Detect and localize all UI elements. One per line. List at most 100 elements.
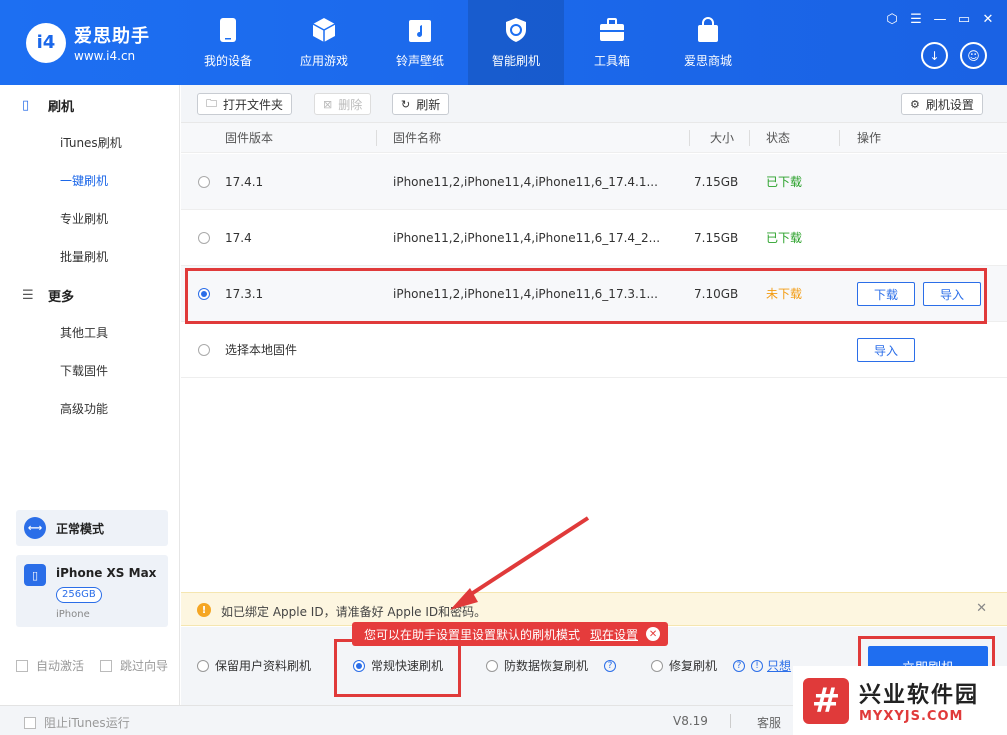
app-name: 爱思助手 <box>74 26 150 47</box>
sidebar-item-other-tools[interactable]: 其他工具 <box>0 314 179 352</box>
sidebar-group-more: ☰ 更多 <box>0 276 179 314</box>
sidebar-item-download-firmware[interactable]: 下载固件 <box>0 352 179 390</box>
watermark-en: MYXYJS.COM <box>859 709 964 724</box>
nav-toolbox[interactable]: 工具箱 <box>564 0 660 85</box>
refresh-button[interactable]: ↻ 刷新 <box>392 93 450 115</box>
refresh-shield-icon <box>503 17 529 43</box>
row-radio[interactable] <box>198 344 210 356</box>
table-row[interactable]: 17.4.1 iPhone11,2,iPhone11,4,iPhone11,6_… <box>181 154 1007 210</box>
option-repair[interactable]: 修复刷机 ? ! 只想 <box>651 657 791 674</box>
flash-settings-button[interactable]: ⚙ 刷机设置 <box>901 93 983 115</box>
firmware-size: 7.15GB <box>694 231 739 245</box>
gear-icon: ⚙ <box>910 97 920 111</box>
row-radio[interactable] <box>198 176 210 188</box>
radio-button[interactable] <box>197 659 209 672</box>
info-icon[interactable]: ! <box>751 659 764 672</box>
help-icon[interactable]: ? <box>733 659 746 672</box>
tooltip-text: 您可以在助手设置里设置默认的刷机模式 <box>364 627 581 642</box>
user-account-icon[interactable]: ☺ <box>960 42 987 69</box>
firmware-status: 已下载 <box>766 175 803 189</box>
nav-ringtones[interactable]: 铃声壁纸 <box>372 0 468 85</box>
set-now-link[interactable]: 现在设置 <box>590 626 638 643</box>
window-controls: ⬡ ☰ — ▭ ✕ <box>885 12 995 27</box>
firmware-status: 未下载 <box>766 287 803 301</box>
delete-button[interactable]: ⊠ 删除 <box>314 93 372 115</box>
nav-my-device[interactable]: 我的设备 <box>180 0 276 85</box>
row-radio[interactable] <box>198 288 210 300</box>
partial-link[interactable]: 只想 <box>767 657 791 674</box>
shopping-bag-icon <box>695 16 721 43</box>
close-tooltip-icon[interactable]: ✕ <box>646 627 661 641</box>
link-icon: ⟷ <box>24 517 46 539</box>
sidebar-group-label: 更多 <box>48 289 75 305</box>
nav-label: 爱思商城 <box>683 53 732 68</box>
firmware-size: 7.10GB <box>694 287 739 301</box>
sidebar-item-one-click-flash[interactable]: 一键刷机 <box>0 162 179 200</box>
col-action: 操作 <box>857 131 882 145</box>
button-label: 删除 <box>338 97 363 112</box>
nav-smart-flash[interactable]: 智能刷机 <box>468 0 564 85</box>
option-quick-flash[interactable]: 常规快速刷机 <box>353 657 443 674</box>
option-anti-recovery[interactable]: 防数据恢复刷机 ? <box>486 657 617 674</box>
cube-icon <box>311 17 337 43</box>
table-row-selected[interactable]: 17.3.1 iPhone11,2,iPhone11,4,iPhone11,6_… <box>181 266 1007 322</box>
close-icon[interactable]: ✕ <box>981 12 995 27</box>
table-header: 固件版本 固件名称 大小 状态 操作 <box>181 123 1007 153</box>
checkbox-box[interactable] <box>24 716 36 729</box>
app-logo: i4 爱思助手 www.i4.cn <box>26 22 150 63</box>
folder-icon: 🗀 <box>206 96 217 110</box>
nav-store[interactable]: 爱思商城 <box>660 0 756 85</box>
checkbox-label: 阻止iTunes运行 <box>44 716 130 730</box>
auto-activate-checkbox[interactable]: 自动激活 <box>16 657 84 674</box>
checkbox-box[interactable] <box>16 659 28 672</box>
checkbox-box[interactable] <box>100 659 112 672</box>
radio-button[interactable] <box>486 659 498 672</box>
menu-icon[interactable]: ☰ <box>909 12 923 27</box>
firmware-status: 已下载 <box>766 231 803 245</box>
button-label: 刷机设置 <box>925 97 974 112</box>
radio-button[interactable] <box>651 659 663 672</box>
col-size: 大小 <box>710 131 735 145</box>
sidebar-item-pro-flash[interactable]: 专业刷机 <box>0 200 179 238</box>
table-row-local[interactable]: 选择本地固件 导入 <box>181 322 1007 378</box>
phone-small-icon: ▯ <box>22 97 30 113</box>
sidebar-item-batch-flash[interactable]: 批量刷机 <box>0 238 179 276</box>
firmware-name: iPhone11,2,iPhone11,4,iPhone11,6_17.3.1.… <box>393 287 658 301</box>
nav-label: 工具箱 <box>593 53 630 68</box>
maximize-icon[interactable]: ▭ <box>957 12 971 27</box>
option-label: 保留用户资料刷机 <box>215 659 312 673</box>
radio-button[interactable] <box>353 659 365 672</box>
skin-icon[interactable]: ⬡ <box>885 12 899 27</box>
device-phone-icon: ▯ <box>24 564 46 586</box>
option-keep-data[interactable]: 保留用户资料刷机 <box>197 657 311 674</box>
help-icon[interactable]: ? <box>604 659 617 672</box>
close-notice-icon[interactable]: ✕ <box>976 601 987 616</box>
block-itunes-checkbox[interactable]: 阻止iTunes运行 <box>24 714 130 731</box>
row-radio[interactable] <box>198 232 210 244</box>
hash-logo-icon: # <box>803 677 849 724</box>
device-type: iPhone <box>56 609 90 620</box>
download-button[interactable]: 下载 <box>857 282 915 306</box>
site-watermark: # 兴业软件园 MYXYJS.COM <box>793 666 1007 735</box>
open-folder-button[interactable]: 🗀 打开文件夹 <box>197 93 293 115</box>
device-mode-label: 正常模式 <box>56 521 105 536</box>
local-firmware-label: 选择本地固件 <box>225 343 298 357</box>
sidebar-item-itunes-flash[interactable]: iTunes刷机 <box>0 124 179 162</box>
option-label: 防数据恢复刷机 <box>504 659 589 673</box>
device-name: iPhone XS Max <box>56 566 157 580</box>
skip-guide-checkbox[interactable]: 跳过向导 <box>100 657 168 674</box>
option-label: 修复刷机 <box>669 659 718 673</box>
sidebar-item-advanced[interactable]: 高级功能 <box>0 390 179 428</box>
sidebar-group-label: 刷机 <box>48 99 75 115</box>
download-manager-icon[interactable]: ↓ <box>921 42 948 69</box>
local-import-button[interactable]: 导入 <box>857 338 915 362</box>
list-icon: ☰ <box>22 287 34 303</box>
option-label: 常规快速刷机 <box>371 659 444 673</box>
table-row[interactable]: 17.4 iPhone11,2,iPhone11,4,iPhone11,6_17… <box>181 210 1007 266</box>
import-button[interactable]: 导入 <box>923 282 981 306</box>
nav-label: 智能刷机 <box>491 53 540 68</box>
nav-apps-games[interactable]: 应用游戏 <box>276 0 372 85</box>
minimize-icon[interactable]: — <box>933 12 947 27</box>
version-label: V8.19 <box>673 714 708 728</box>
customer-service-link[interactable]: 客服 <box>757 714 781 731</box>
